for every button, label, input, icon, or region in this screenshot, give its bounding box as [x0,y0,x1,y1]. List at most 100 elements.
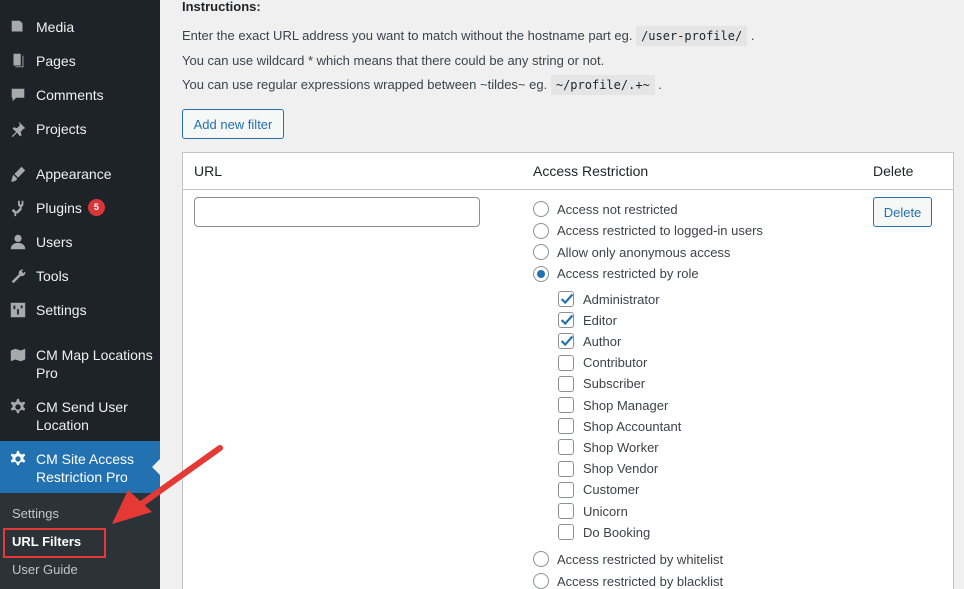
access-option-label: Access restricted by role [557,266,699,281]
annotation-highlight-box [3,528,106,558]
radio-button[interactable] [533,222,549,239]
role-option[interactable]: Author [558,333,622,350]
checkbox[interactable] [558,354,574,371]
sidebar-item-cm-map-locations[interactable]: CM Map Locations Pro [0,345,160,382]
role-label: Unicorn [583,503,628,519]
checkbox[interactable] [558,439,574,456]
sidebar-item-label: Settings [36,302,87,318]
sidebar-item-appearance[interactable]: Appearance [0,164,160,184]
radio-button[interactable] [533,201,549,217]
admin-sidebar: Media Pages Comments Projects Appearance… [0,0,160,589]
checkbox[interactable] [558,375,574,392]
access-option-label: Allow only anonymous access [557,244,731,260]
role-label: Shop Vendor [583,461,659,477]
role-option[interactable]: Shop Vendor [558,460,659,477]
role-option[interactable]: Customer [558,481,640,498]
column-header-access: Access Restriction [533,163,649,179]
access-option[interactable]: Access restricted to logged-in users [533,222,763,239]
role-option[interactable]: Shop Worker [558,439,659,456]
header-divider [183,189,953,190]
radio-button[interactable] [533,265,549,282]
sidebar-item-label: Plugins 5 [36,198,105,217]
access-option-label: Access restricted to logged-in users [557,223,763,238]
sidebar-item-tools[interactable]: Tools [0,266,160,286]
radio-button[interactable] [533,551,549,567]
radio-button[interactable] [533,244,549,260]
url-example-code: /user-profile/ [636,26,748,46]
sidebar-item-label: Users [36,234,73,250]
checkbox[interactable] [558,481,574,498]
map-icon [8,345,28,365]
checkbox[interactable] [558,460,574,477]
sidebar-item-settings[interactable]: Settings [0,300,160,320]
role-label: Customer [583,482,640,498]
sidebar-item-label: Pages [36,53,76,69]
gear-icon [8,397,28,417]
role-label: Editor [583,312,617,328]
sidebar-item-label: Comments [36,87,104,103]
sidebar-item-projects[interactable]: Projects [0,119,160,139]
access-option-label: Access not restricted [557,201,678,217]
regex-example-code: ~/profile/.+~ [550,75,655,95]
role-option[interactable]: Administrator [558,291,660,307]
checkbox[interactable] [558,524,574,541]
role-label: Do Booking [583,524,651,540]
role-option[interactable]: Shop Accountant [558,418,682,435]
role-label: Contributor [583,355,648,371]
checked-checkbox[interactable] [558,312,574,329]
column-header-url: URL [194,163,223,179]
update-count-badge: 5 [87,199,105,216]
role-option[interactable]: Shop Manager [558,397,668,413]
filters-table: URL Access Restriction Delete Delete Acc… [182,152,954,589]
radio-button[interactable] [533,573,549,589]
checked-checkbox[interactable] [558,333,574,350]
sidebar-item-pages[interactable]: Pages [0,51,160,71]
submenu-item-user-guide[interactable]: User Guide [12,562,78,577]
sidebar-item-users[interactable]: Users [0,232,160,252]
role-option[interactable]: Unicorn [558,503,628,519]
wrench-icon [8,266,28,286]
sidebar-item-plugins[interactable]: Plugins 5 [0,198,160,218]
role-label: Shop Worker [583,439,659,455]
settings-sliders-icon [8,300,28,320]
comments-icon [8,85,28,105]
instruction-line-1: Enter the exact URL address you want to … [182,26,754,46]
role-label: Subscriber [583,376,646,392]
access-option[interactable]: Access restricted by blacklist [533,573,723,589]
media-icon [8,17,28,37]
sidebar-item-label: CM Map Locations Pro [36,347,153,381]
sidebar-item-label: CM Send User Location [36,399,128,433]
checkbox[interactable] [558,397,574,413]
sidebar-item-media[interactable]: Media [0,17,160,37]
checkbox[interactable] [558,418,574,435]
sidebar-item-label: CM Site Access Restriction Pro [36,451,135,485]
access-option[interactable]: Access restricted by role [533,265,699,282]
brush-icon [8,164,28,184]
role-option[interactable]: Do Booking [558,524,651,541]
plugin-icon [8,198,28,218]
column-header-delete: Delete [873,163,914,179]
sidebar-item-cm-send-user-location[interactable]: CM Send User Location [0,397,160,434]
url-input[interactable] [194,197,480,227]
instructions-title: Instructions: [182,0,261,14]
delete-filter-button[interactable]: Delete [873,197,932,227]
role-option[interactable]: Contributor [558,354,648,371]
access-option[interactable]: Access not restricted [533,201,678,217]
checked-checkbox[interactable] [558,291,574,307]
user-icon [8,232,28,252]
access-option[interactable]: Allow only anonymous access [533,244,730,260]
pages-icon [8,51,28,71]
submenu-item-settings[interactable]: Settings [12,506,59,521]
instruction-line-2: You can use wildcard * which means that … [182,53,605,68]
sidebar-item-label: Media [36,19,75,35]
add-new-filter-button[interactable]: Add new filter [182,109,284,139]
access-option[interactable]: Access restricted by whitelist [533,551,723,567]
pin-icon [8,119,28,139]
role-option[interactable]: Subscriber [558,375,646,392]
role-label: Shop Accountant [583,418,682,434]
sidebar-item-cm-site-access-restriction[interactable]: CM Site Access Restriction Pro [0,441,160,493]
checkbox[interactable] [558,503,574,519]
role-option[interactable]: Editor [558,312,617,329]
role-label: Author [583,333,622,349]
sidebar-item-comments[interactable]: Comments [0,85,160,105]
